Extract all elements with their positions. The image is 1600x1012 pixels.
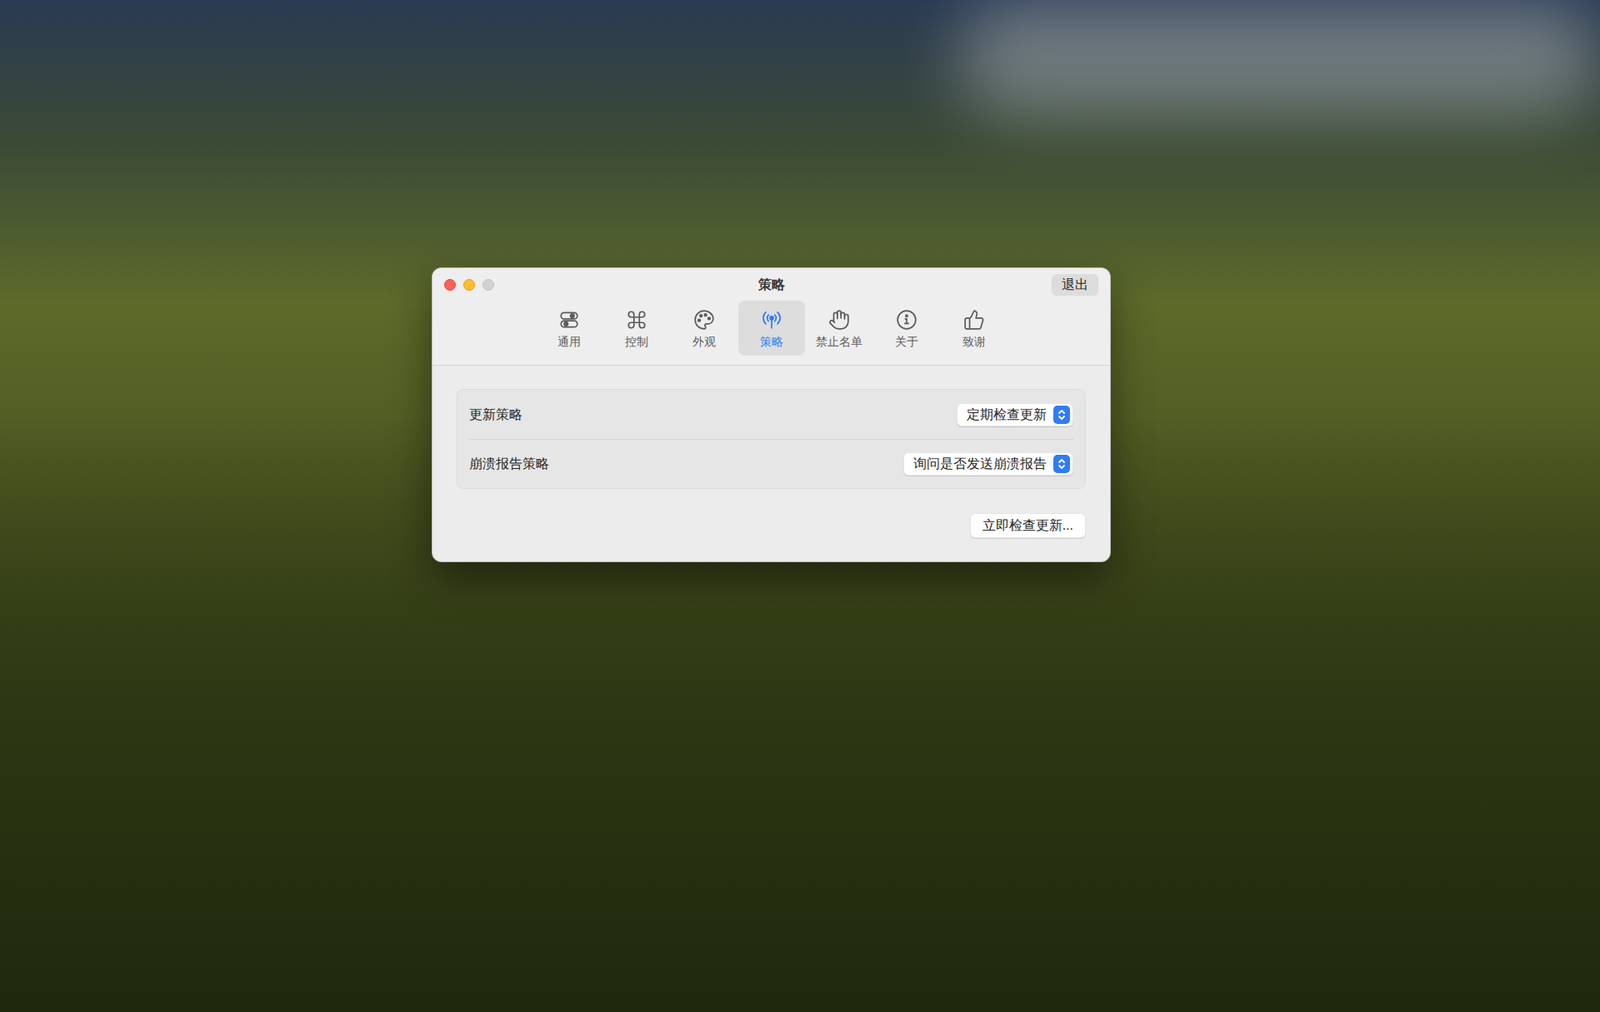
- setting-row: 崩溃报告策略 询问是否发送崩溃报告: [469, 439, 1074, 489]
- tab[interactable]: 控制: [603, 300, 670, 356]
- zoom-button: [482, 279, 495, 291]
- window-title: 策略: [758, 276, 785, 294]
- tab[interactable]: 策略: [738, 300, 805, 356]
- stepper-icon: [1053, 455, 1070, 474]
- setting-row: 更新策略 定期检查更新: [469, 390, 1074, 440]
- tab-label: 控制: [625, 334, 649, 350]
- tab-label: 外观: [692, 334, 716, 350]
- check-updates-button[interactable]: 立即检查更新...: [970, 513, 1086, 539]
- popup-value: 定期检查更新: [966, 405, 1047, 425]
- close-button[interactable]: [444, 279, 456, 291]
- hand-icon: [827, 308, 851, 332]
- tab-bar: 通用 控制 外观 策略 禁止名单 关于 致谢: [432, 298, 1110, 365]
- popup-button[interactable]: 定期检查更新: [956, 403, 1074, 427]
- tab-label: 策略: [760, 334, 784, 350]
- stepper-icon: [1053, 405, 1070, 425]
- preferences-window: 策略退出通用控制外观策略禁止名单关于致谢更新策略定期检查更新崩溃报告策略询问是否…: [431, 267, 1111, 563]
- info-icon: [895, 308, 919, 332]
- quit-button[interactable]: 退出: [1051, 274, 1099, 296]
- button-row: 立即检查更新...: [456, 513, 1086, 539]
- tab-label: 禁止名单: [815, 334, 863, 350]
- setting-label: 崩溃报告策略: [469, 454, 550, 475]
- wallpaper-cloud: [958, 0, 1600, 117]
- tab[interactable]: 致谢: [940, 300, 1008, 356]
- settings-group: 更新策略 定期检查更新崩溃报告策略 询问是否发送崩溃报告: [456, 389, 1086, 490]
- tab-label: 致谢: [962, 334, 986, 350]
- toolbar: 策略退出通用控制外观策略禁止名单关于致谢: [432, 268, 1110, 366]
- content: 更新策略 定期检查更新崩溃报告策略 询问是否发送崩溃报告立即检查更新...: [432, 365, 1110, 562]
- tab[interactable]: 关于: [873, 300, 940, 356]
- window-controls: [444, 279, 759, 291]
- tab[interactable]: 禁止名单: [805, 300, 873, 356]
- title-bar: 策略 退出: [432, 268, 1110, 299]
- antenna-icon: [760, 308, 784, 332]
- command-icon: [625, 308, 649, 332]
- tab[interactable]: 通用: [535, 300, 603, 356]
- popup-value: 询问是否发送崩溃报告: [913, 455, 1047, 474]
- title-right: 退出: [785, 274, 1100, 296]
- setting-label: 更新策略: [469, 405, 523, 425]
- palette-icon: [692, 308, 716, 332]
- popup-button[interactable]: 询问是否发送崩溃报告: [903, 452, 1074, 476]
- toggle-icon: [557, 308, 581, 332]
- tab-label: 通用: [557, 334, 581, 350]
- thumbs-up-icon: [962, 308, 986, 332]
- minimize-button[interactable]: [463, 279, 475, 291]
- tab-label: 关于: [895, 334, 919, 350]
- tab[interactable]: 外观: [670, 300, 738, 356]
